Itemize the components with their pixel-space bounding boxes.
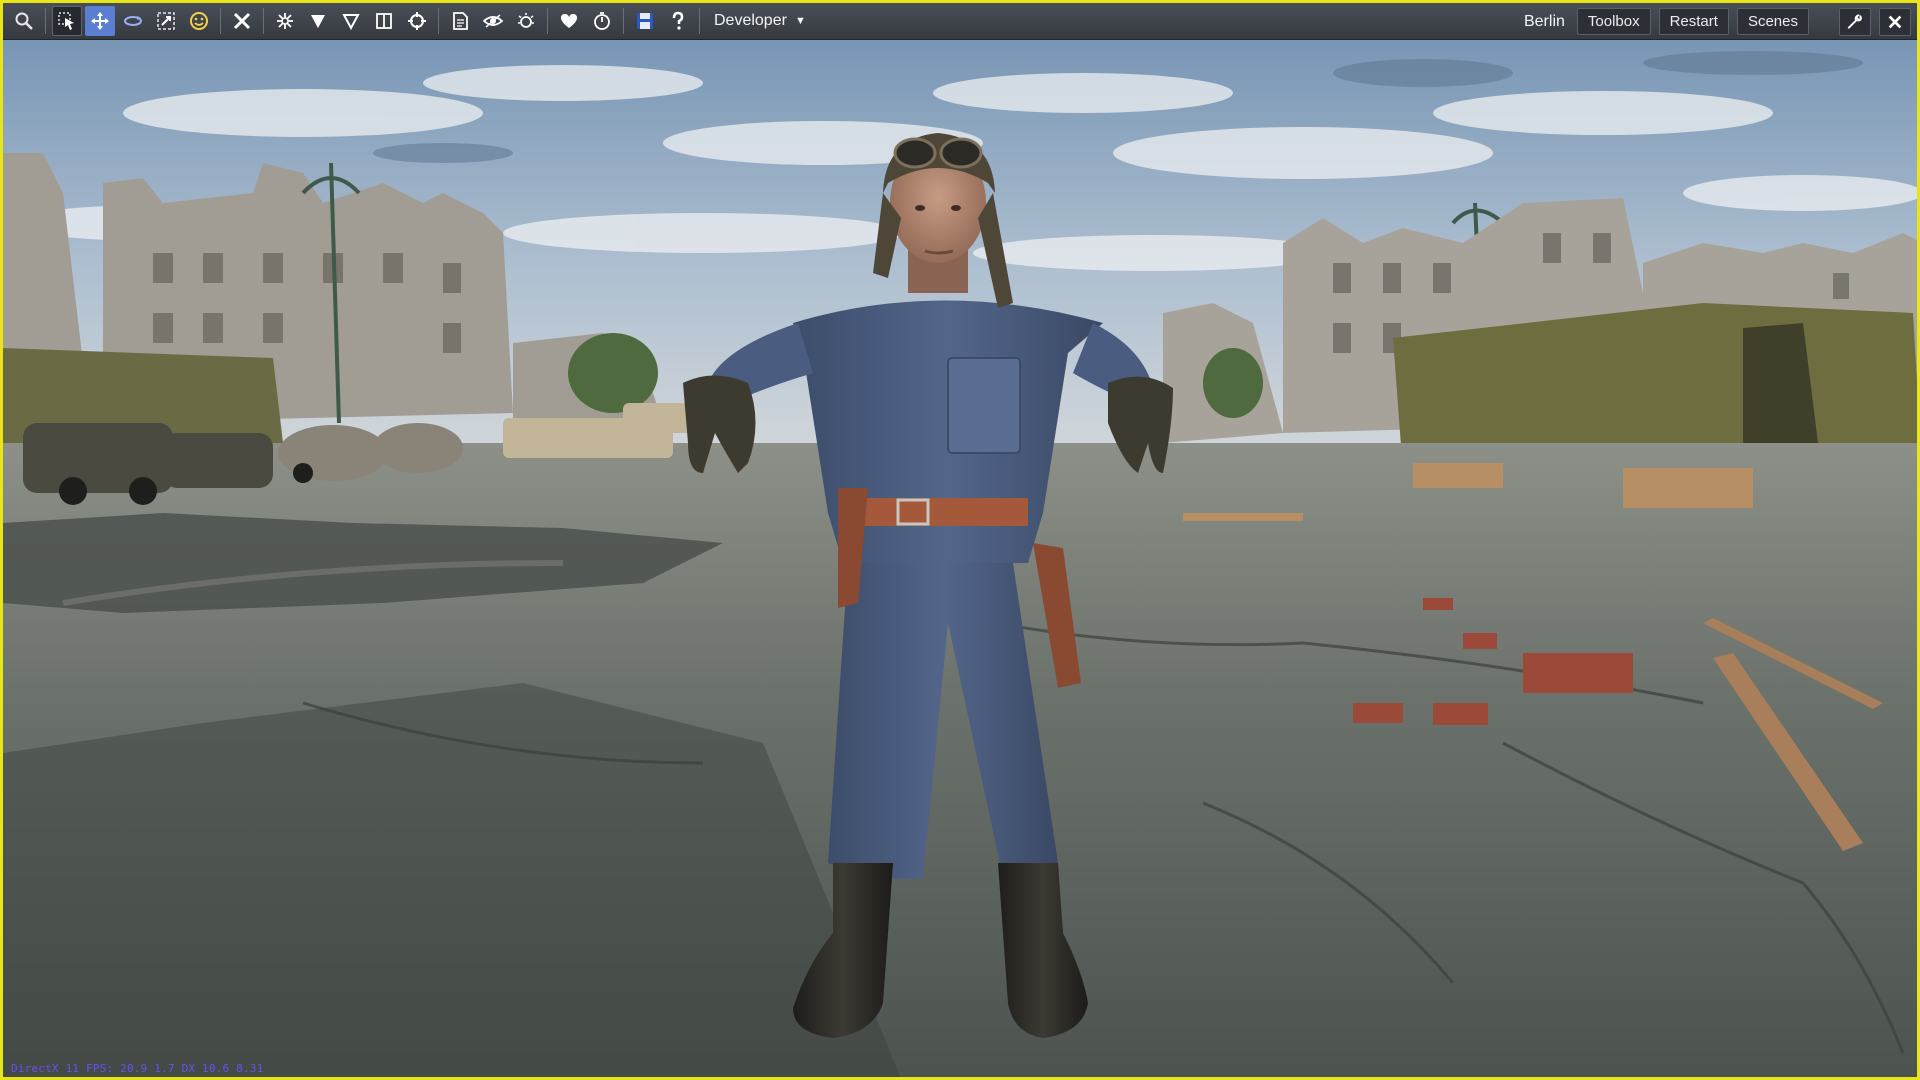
toolbar-separator [438,8,439,34]
editor-window: Developer ▼ Berlin Toolbox Restart Scene… [0,0,1920,1080]
rotate-tool-button[interactable] [118,6,148,36]
scenes-button[interactable]: Scenes [1736,8,1809,35]
move-arrows-icon [91,12,109,30]
cross-tools-icon [233,12,251,30]
select-tool-button[interactable] [52,6,82,36]
save-button[interactable] [630,6,660,36]
rotate-icon [124,16,142,26]
move-tool-button[interactable] [85,6,115,36]
split-panel-icon [376,13,392,29]
scene-render [3,3,1917,1077]
close-button[interactable] [1879,7,1911,36]
close-icon [1888,15,1902,28]
favorites-button[interactable] [554,6,584,36]
select-cursor-icon [58,12,74,30]
visibility-button[interactable] [478,6,508,36]
character-tool-button[interactable] [184,6,214,36]
settings-button[interactable] [1839,7,1871,36]
scale-icon [157,12,175,30]
mode-dropdown-value: Developer [714,12,787,29]
performance-stats: DirectX 11 FPS: 20.9 1.7 DX 10.6 8.31 [11,1062,264,1075]
wrench-icon [1847,14,1862,29]
tools-button[interactable] [227,6,257,36]
heart-icon [561,14,577,28]
toolbar-separator [699,8,700,34]
toolbar-right-group: Berlin Toolbox Restart Scenes [1524,3,1911,40]
toolbar-separator [623,8,624,34]
help-icon [672,11,684,30]
editor-toolbar: Developer ▼ Berlin Toolbox Restart Scene… [3,3,1917,40]
toolbar-separator [263,8,264,34]
surface-snap-button[interactable] [336,6,366,36]
chevron-down-icon: ▼ [794,15,806,27]
restart-button[interactable]: Restart [1658,8,1729,35]
search-button[interactable] [9,6,39,36]
snap-button[interactable] [270,6,300,36]
save-icon [637,13,653,29]
toolbar-separator [547,8,548,34]
timer-button[interactable] [587,6,617,36]
document-button[interactable] [445,6,475,36]
scale-tool-button[interactable] [151,6,181,36]
pivot-button[interactable] [402,6,432,36]
scene-viewport[interactable] [3,3,1917,1077]
document-icon [453,12,468,30]
split-view-button[interactable] [369,6,399,36]
eye-icon [483,14,503,28]
mode-dropdown[interactable]: Developer ▼ [706,6,814,36]
lighting-button[interactable] [511,6,541,36]
filled-triangle-icon [311,15,325,28]
toolbar-separator [220,8,221,34]
snap-icon [277,13,293,29]
ground-snap-button[interactable] [303,6,333,36]
crosshair-icon [408,12,426,30]
stopwatch-icon [594,12,610,30]
sun-icon [518,13,534,28]
help-button[interactable] [663,6,693,36]
search-icon [15,12,33,30]
toolbar-separator [45,8,46,34]
outline-triangle-icon [342,14,360,31]
toolbox-button[interactable]: Toolbox [1576,8,1651,35]
smiley-icon [190,12,208,30]
location-label: Berlin [1523,12,1565,30]
